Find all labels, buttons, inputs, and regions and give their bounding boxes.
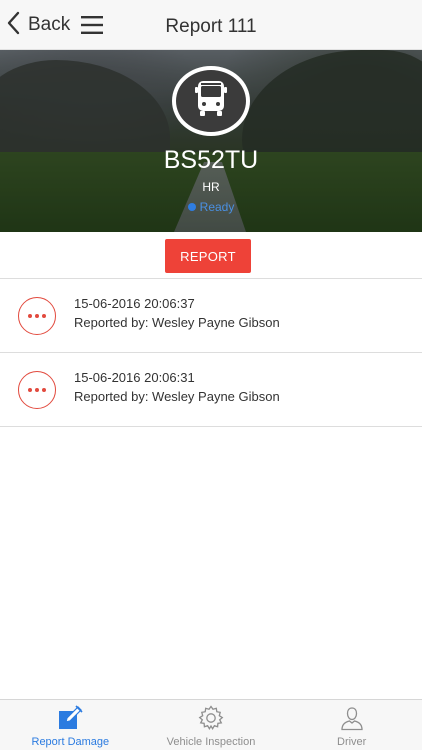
tab-label: Driver [337,736,367,748]
report-datetime: 15-06-2016 20:06:31 [74,370,195,385]
chevron-left-icon [6,11,22,40]
status-label: Ready [199,200,235,214]
vehicle-header: BS52TU HR Ready [0,50,422,232]
more-options-icon[interactable] [18,297,56,335]
vehicle-plate: BS52TU [163,146,259,174]
tab-label: Vehicle Inspection [166,736,256,748]
edit-icon [57,705,83,731]
back-button[interactable]: Back [6,11,70,39]
report-datetime: 15-06-2016 20:06:37 [74,296,195,311]
list-item[interactable]: 15-06-2016 20:06:31 Reported by: Wesley … [0,353,422,427]
status-dot-icon [187,203,196,211]
vehicle-avatar [172,66,250,136]
person-icon [339,705,365,731]
hamburger-menu-icon[interactable] [80,14,104,36]
tab-driver[interactable]: Driver [281,700,422,750]
tab-report-damage[interactable]: Report Damage [0,700,141,750]
status-badge: Ready [0,200,422,214]
report-author: Reported by: Wesley Payne Gibson [74,315,280,330]
bus-icon [189,77,233,126]
reports-list: 15-06-2016 20:06:37 Reported by: Wesley … [0,279,422,427]
vehicle-subtype: HR [202,180,220,194]
gear-icon [198,705,224,731]
tab-vehicle-inspection[interactable]: Vehicle Inspection [141,700,282,750]
report-author: Reported by: Wesley Payne Gibson [74,389,280,404]
report-button[interactable]: REPORT [165,239,251,273]
more-options-icon[interactable] [18,371,56,409]
list-item[interactable]: 15-06-2016 20:06:37 Reported by: Wesley … [0,279,422,353]
tab-label: Report Damage [31,736,110,748]
navigation-bar: Back Report 111 [0,0,422,50]
back-label: Back [28,14,71,35]
tab-bar: Report Damage Vehicle Inspection Driver [0,699,422,750]
report-action-bar: REPORT [0,232,422,279]
